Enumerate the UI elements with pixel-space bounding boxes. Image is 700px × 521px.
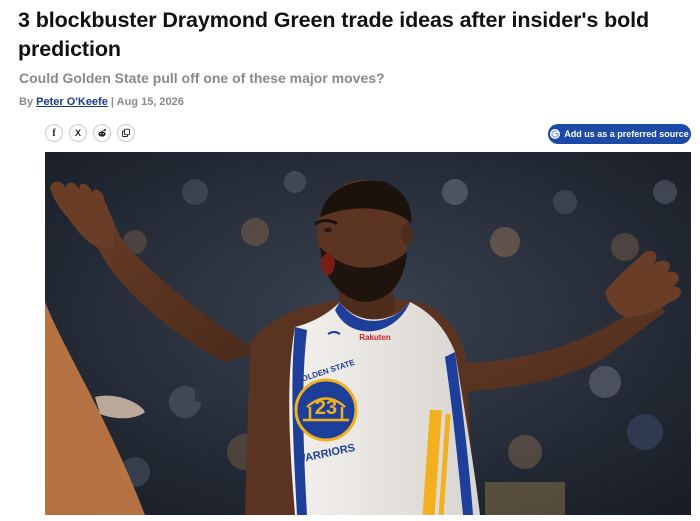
author-link[interactable]: Peter O'Keefe [36, 96, 108, 108]
hero-image: 23 GOLDEN STATE WARRIORS Rakuten [45, 152, 691, 515]
copy-link-icon [122, 128, 130, 137]
facebook-share-button[interactable]: f [45, 124, 63, 142]
hero-photo-illustration: 23 GOLDEN STATE WARRIORS Rakuten [45, 152, 691, 515]
reddit-share-button[interactable] [93, 124, 111, 142]
google-icon [550, 129, 561, 139]
byline: By Peter O'Keefe | Aug 15, 2026 [19, 96, 184, 108]
article-subhead: Could Golden State pull off one of these… [19, 70, 385, 86]
facebook-icon: f [52, 127, 56, 139]
reddit-icon [98, 129, 106, 137]
byline-prefix: By [19, 96, 34, 108]
preferred-source-button[interactable]: Add us as a preferred source [548, 124, 691, 144]
article-headline: 3 blockbuster Draymond Green trade ideas… [18, 8, 650, 61]
jersey-number: 23 [315, 397, 337, 419]
share-buttons: f X [45, 124, 135, 142]
copy-link-button[interactable] [117, 124, 135, 142]
x-share-button[interactable]: X [69, 124, 87, 142]
publish-date: Aug 15, 2026 [116, 96, 184, 108]
x-icon: X [74, 128, 81, 138]
jersey-sponsor: Rakuten [359, 333, 391, 342]
byline-separator: | [110, 96, 114, 108]
preferred-source-label: Add us as a preferred source [564, 129, 689, 139]
